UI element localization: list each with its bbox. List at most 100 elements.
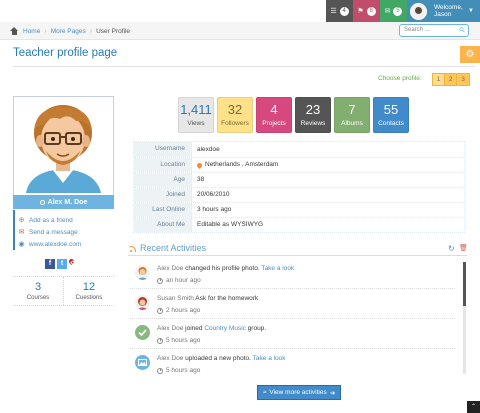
breadcrumb-more-pages[interactable]: More Pages [51, 28, 86, 35]
refresh-icon[interactable]: ↻ [448, 244, 455, 253]
add-friend-label: Add as a friend [29, 216, 73, 224]
activity-description: joined [183, 325, 205, 332]
info-row-about: About Me Editable as WYSIWYG [134, 217, 464, 232]
bell-icon: ⚑ [357, 8, 364, 15]
tile-reviews[interactable]: 23 Reviews [295, 97, 331, 133]
facebook-icon[interactable]: f [45, 259, 55, 269]
activity-list: Alex Doe changed his profile photo. Take… [130, 258, 463, 378]
add-friend-link[interactable]: ⊕ Add as a friend [13, 214, 114, 226]
info-row-age: Age 38 [134, 172, 464, 187]
avatar [135, 265, 150, 280]
caret-down-icon: ▼ [468, 8, 474, 14]
page-title: Teacher profile page [13, 47, 118, 59]
avatar [135, 295, 150, 310]
website-link[interactable]: ◉ www.alexdoe.com [13, 238, 114, 250]
welcome-text: Welcome, [434, 4, 463, 11]
profile-picture [16, 99, 111, 193]
tile-albums[interactable]: 7 Albums [334, 97, 370, 133]
scroll-up-button[interactable]: ⌃ [467, 401, 480, 413]
tile-value: 4 [270, 102, 278, 117]
clock-icon [157, 337, 163, 344]
take-a-look-link[interactable]: Take a look [261, 265, 294, 272]
info-value-about[interactable]: Editable as WYSIWYG [192, 218, 263, 232]
notifications-button[interactable]: ⚑ 8 [353, 0, 380, 22]
send-message-label: Send a message [29, 228, 78, 236]
map-marker-icon [195, 161, 204, 169]
profile-name-bar[interactable]: Alex M. Doe [13, 195, 114, 209]
envelope-icon: ✉ [384, 8, 391, 15]
activity-time: 5 hours ago [157, 367, 200, 374]
activity-text: Alex Doe uploaded a new photo. Take a lo… [157, 355, 286, 362]
activity-text: Alex Doe changed his profile photo. Take… [157, 265, 294, 272]
tile-views[interactable]: 1,411 Views [178, 97, 214, 133]
info-value-username[interactable]: alexdoe [192, 142, 220, 157]
activity-time-text: 5 hours ago [166, 367, 201, 374]
info-name: Last Online [134, 203, 192, 217]
tile-contacts[interactable]: 55 Contacts [373, 97, 409, 133]
view-more-activities-button[interactable]: ≈ View more activities ➜ [257, 385, 341, 400]
tasks-button[interactable]: ☰ 4 [326, 0, 353, 22]
rss-icon: ≈ [262, 389, 267, 396]
avatar [410, 2, 427, 20]
recent-activities-title: Recent Activities [140, 243, 207, 253]
activity-time: 2 hours ago [157, 307, 200, 314]
online-status-icon [39, 199, 45, 205]
user-name: Jason [434, 11, 452, 18]
activity-user-link[interactable]: Susan Smith [157, 295, 194, 302]
choose-profile-2[interactable]: 2 [445, 74, 457, 85]
divider [13, 66, 475, 67]
notifications-badge: 8 [366, 6, 376, 16]
info-value-location[interactable]: Netherlands , Amsterdam [192, 158, 278, 172]
gear-icon: ⚙ [465, 49, 475, 60]
info-value-age[interactable]: 38 [192, 173, 204, 187]
choose-profile-label: Choose profile: [378, 75, 422, 82]
activity-time: 5 hours ago [157, 337, 200, 344]
view-more-label: View more activities [269, 389, 327, 396]
activity-description: uploaded a new photo. [183, 355, 253, 362]
messages-button[interactable]: ✉ 5 [380, 0, 407, 22]
info-value-joined[interactable]: 20/06/2010 [192, 188, 230, 202]
activity-time: an hour ago [157, 277, 201, 284]
tile-projects[interactable]: 4 Projects [256, 97, 292, 133]
tasks-badge: 4 [339, 6, 349, 16]
tile-label: Contacts [378, 120, 404, 127]
stat-courses: 3 Courses [13, 277, 63, 305]
trash-icon[interactable]: 🗑 [459, 244, 468, 252]
activity-user-link[interactable]: Alex Doe [157, 355, 183, 362]
breadcrumb-home[interactable]: Home [23, 28, 40, 35]
tile-value: 32 [227, 102, 243, 117]
tile-value: 23 [305, 102, 321, 117]
profile-stats: 3 Courses 12 Cuestions [13, 276, 114, 306]
activity-user-link[interactable]: Alex Doe [157, 265, 183, 272]
envelope-icon: ✉ [18, 229, 25, 236]
info-row-username: Username alexdoe [134, 142, 464, 157]
clock-icon [157, 307, 163, 314]
profile-links: ⊕ Add as a friend ✉ Send a message ◉ www… [13, 210, 114, 250]
pinterest-icon[interactable]: p [67, 257, 77, 267]
activity-user-link[interactable]: Alex Doe [157, 325, 183, 332]
activity-scrollbar-thumb[interactable] [463, 262, 466, 306]
divider [130, 348, 455, 349]
settings-button[interactable]: ⚙ [460, 46, 480, 63]
stat-value: 3 [34, 281, 42, 293]
profile-avatar[interactable] [13, 96, 114, 196]
choose-profile-3[interactable]: 3 [457, 74, 469, 85]
group-link[interactable]: Country Music [204, 325, 246, 332]
recent-activities-header: Recent Activities ↻ 🗑 [128, 242, 468, 256]
user-menu-button[interactable]: Welcome, Jason ▼ [407, 0, 480, 22]
website-label: www.alexdoe.com [29, 240, 82, 248]
choose-profile-1[interactable]: 1 [433, 74, 445, 85]
search-input[interactable]: Search ... [399, 24, 469, 37]
info-name: Username [134, 142, 192, 157]
tile-followers[interactable]: 32 Followers [217, 97, 253, 133]
chevron-right-icon: › [44, 27, 47, 35]
info-row-joined: Joined 20/06/2010 [134, 187, 464, 202]
info-name: Location [134, 158, 192, 172]
twitter-icon[interactable]: t [57, 259, 67, 269]
stat-value: 12 [82, 281, 96, 293]
take-a-look-link[interactable]: Take a look [253, 355, 286, 362]
send-message-link[interactable]: ✉ Send a message [13, 226, 114, 238]
activity-text: Alex Doe joined Country Music group. [157, 325, 266, 332]
tile-label: Albums [341, 120, 363, 127]
stat-questions: 12 Cuestions [63, 277, 114, 305]
